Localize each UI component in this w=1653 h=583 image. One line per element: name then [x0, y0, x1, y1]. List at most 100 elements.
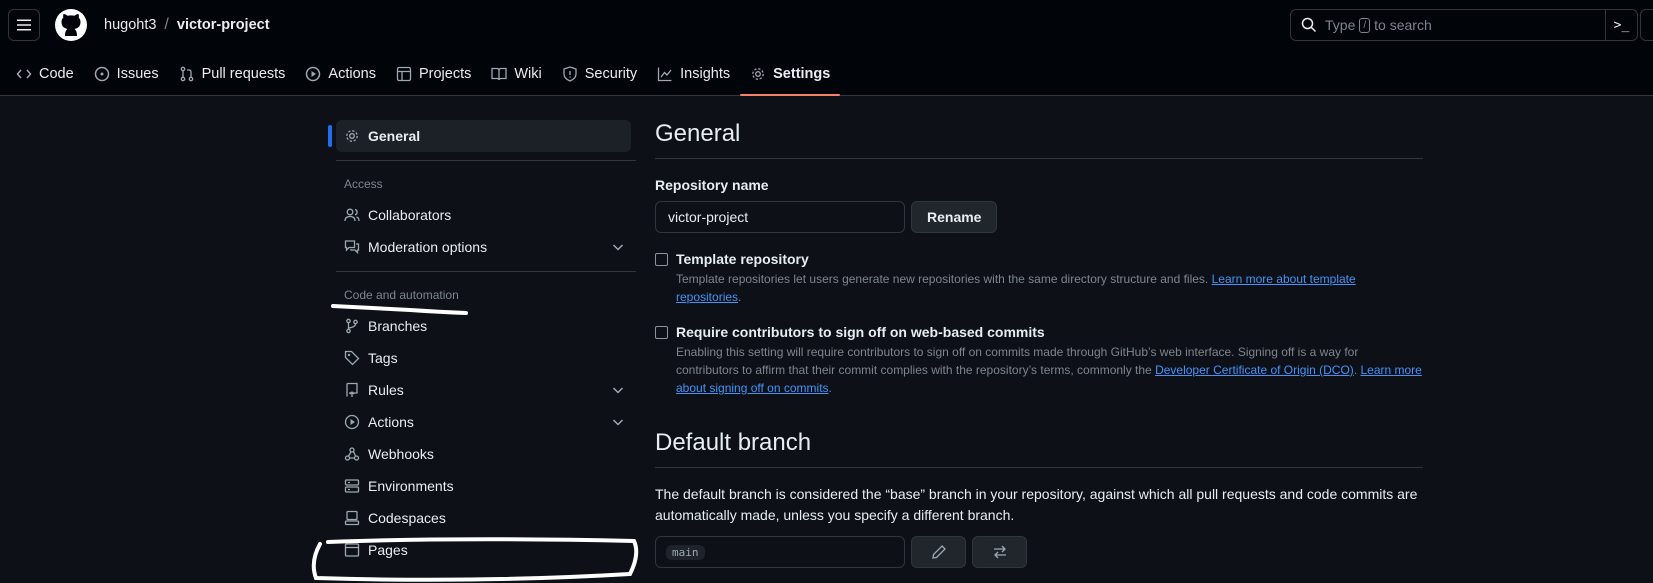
breadcrumb: hugoht3 / victor-project [104, 16, 270, 34]
gear-icon [346, 130, 358, 142]
branch-name: main [666, 544, 705, 560]
repo-nav-tabs: Code Issues Pull requests Actions Projec… [0, 52, 841, 96]
code-icon [16, 69, 32, 79]
codespaces-icon [344, 510, 360, 526]
header-edge-button[interactable] [1640, 9, 1653, 41]
command-palette-button[interactable]: >_ [1605, 10, 1637, 40]
sidebar-item-label: Tags [368, 350, 398, 366]
sidebar-item-moderation[interactable]: Moderation options [328, 231, 640, 263]
chevron-down-icon[interactable] [610, 414, 626, 430]
chevron-down-icon[interactable] [610, 239, 626, 255]
tab-label: Code [39, 66, 74, 82]
pencil-icon [931, 545, 946, 559]
pull-request-icon [180, 66, 193, 82]
table-icon [396, 66, 412, 82]
tab-code[interactable]: Code [0, 52, 84, 96]
sidebar-item-label: Branches [368, 318, 428, 334]
sidebar-item-label: General [368, 128, 421, 144]
repo-link[interactable]: victor-project [177, 17, 270, 33]
tab-label: Security [584, 66, 638, 82]
play-icon [344, 414, 360, 430]
repo-name-label: Repository name [655, 177, 769, 193]
tab-label: Actions [328, 66, 376, 82]
rename-button[interactable]: Rename [911, 201, 998, 233]
owner-link[interactable]: hugoht3 [104, 17, 156, 33]
sidebar-item-label: Pages [368, 542, 408, 558]
webhook-icon [344, 447, 360, 461]
sidebar-item-webhooks[interactable]: Webhooks [328, 438, 640, 470]
tab-label: Projects [418, 66, 472, 82]
default-branch-field: main [655, 536, 905, 568]
search-icon [1301, 17, 1317, 33]
search-suffix: to search [1374, 17, 1432, 33]
signoff-option: Require contributors to sign off on web-… [655, 324, 1423, 397]
sidebar-item-actions[interactable]: Actions [328, 406, 640, 438]
sidebar-item-label: Codespaces [368, 510, 446, 526]
chevron-down-icon[interactable] [610, 382, 626, 398]
sidebar-item-label: Collaborators [368, 207, 452, 223]
dco-link[interactable]: Developer Certificate of Origin (DCO) [1155, 363, 1354, 377]
sidebar-item-rules[interactable]: Rules [328, 374, 640, 406]
play-icon [306, 66, 321, 82]
settings-sidebar: General Access Collaborators Moderation … [328, 120, 640, 566]
breadcrumb-separator: / [164, 16, 169, 33]
tab-settings[interactable]: Settings [740, 52, 841, 96]
tab-actions[interactable]: Actions [295, 52, 386, 96]
tab-security[interactable]: Security [552, 52, 647, 96]
book-icon [491, 67, 508, 81]
tab-projects[interactable]: Projects [386, 52, 481, 96]
default-branch-title: Default branch [655, 429, 1423, 468]
sidebar-item-label: Environments [368, 478, 454, 494]
sidebar-item-label: Moderation options [368, 239, 488, 255]
gear-icon [752, 68, 764, 80]
tab-wiki[interactable]: Wiki [481, 52, 551, 96]
git-branch-icon [346, 318, 358, 334]
template-repository-title: Template repository [676, 251, 809, 267]
sidebar-heading-code-automation: Code and automation [344, 288, 459, 302]
comment-discussion-icon [344, 240, 360, 255]
sidebar-item-label: Webhooks [368, 446, 434, 462]
template-repository-checkbox[interactable] [655, 253, 668, 266]
people-icon [344, 208, 360, 222]
repo-push-icon [346, 382, 358, 397]
sidebar-item-environments[interactable]: Environments [328, 470, 640, 502]
search-shortcut-key: / [1359, 17, 1371, 33]
sidebar-item-label: Rules [368, 382, 404, 398]
sidebar-heading-access: Access [344, 177, 383, 191]
shield-icon [563, 66, 577, 82]
signoff-title: Require contributors to sign off on web-… [676, 324, 1045, 340]
sidebar-item-collaborators[interactable]: Collaborators [328, 199, 640, 231]
tab-insights[interactable]: Insights [647, 52, 740, 96]
signoff-checkbox[interactable] [655, 326, 668, 339]
sidebar-item-branches[interactable]: Branches [328, 310, 640, 342]
template-repository-option: Template repository Template repositorie… [655, 251, 1423, 306]
browser-icon [344, 543, 360, 557]
sidebar-item-general[interactable]: General [328, 120, 631, 152]
tab-issues[interactable]: Issues [84, 52, 169, 96]
hamburger-icon [17, 19, 31, 31]
page-title: General [655, 120, 1423, 159]
tab-label: Pull requests [201, 66, 286, 82]
settings-main: General Repository name victor-project R… [655, 120, 1423, 568]
template-desc-text: Template repositories let users generate… [676, 272, 1209, 286]
signoff-description: Enabling this setting will require contr… [676, 345, 1422, 395]
sidebar-item-pages[interactable]: Pages [328, 534, 640, 566]
issue-icon [94, 66, 109, 82]
server-icon [344, 479, 360, 493]
search-input[interactable]: Type / to search >_ [1290, 9, 1638, 41]
sidebar-item-label: Actions [368, 414, 414, 430]
repo-name-input[interactable]: victor-project [655, 201, 905, 233]
template-repository-description: Template repositories let users generate… [676, 272, 1356, 304]
github-logo-icon[interactable] [54, 8, 88, 42]
tab-label: Issues [116, 66, 159, 82]
tag-icon [344, 350, 360, 366]
sidebar-item-codespaces[interactable]: Codespaces [328, 502, 640, 534]
tab-label: Insights [680, 66, 731, 82]
default-branch-description: The default branch is considered the “ba… [655, 486, 1418, 523]
tab-pull-requests[interactable]: Pull requests [169, 52, 296, 96]
menu-button[interactable] [8, 9, 40, 41]
switch-branch-button[interactable] [972, 536, 1027, 568]
top-header: hugoht3 / victor-project Type / to searc… [0, 0, 1653, 96]
rename-branch-button[interactable] [911, 536, 966, 568]
sidebar-item-tags[interactable]: Tags [328, 342, 640, 374]
